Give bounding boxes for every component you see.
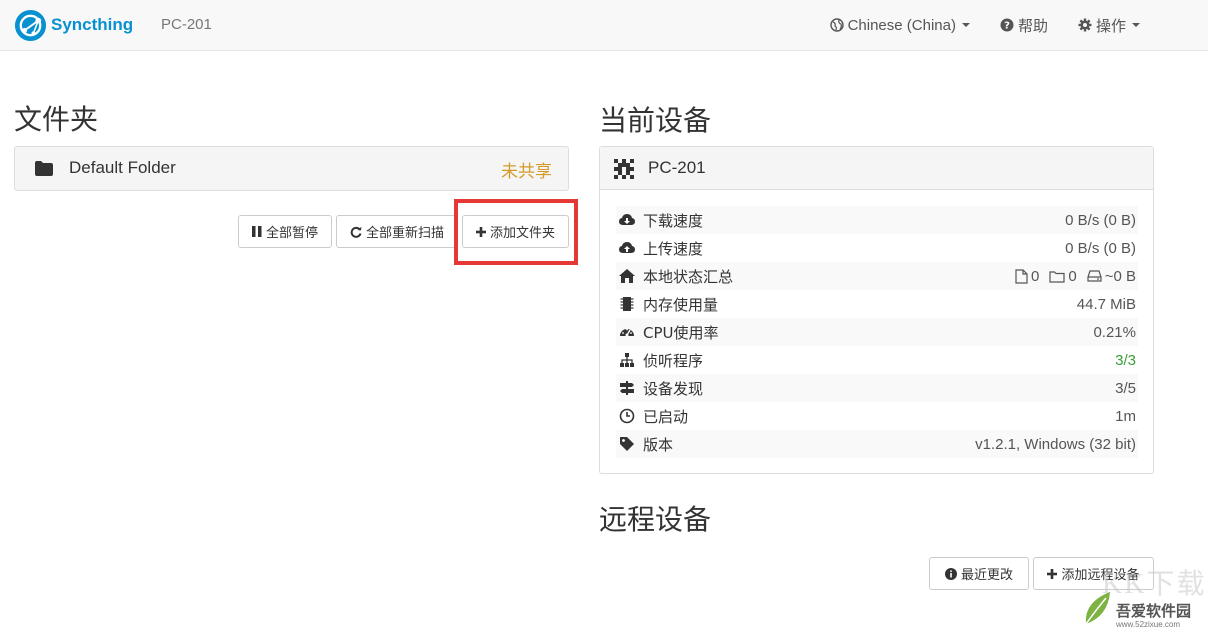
- refresh-icon: [350, 226, 362, 238]
- stat-label: 内存使用量: [643, 295, 719, 314]
- pause-all-label: 全部暂停: [265, 226, 318, 241]
- language-label: Chinese (China): [847, 16, 956, 34]
- stat-value: 0.21%: [1093, 323, 1136, 341]
- stat-value: v1.2.1, Windows (32 bit): [975, 435, 1136, 453]
- stat-row-listeners: 侦听程序 3/3: [616, 346, 1138, 374]
- stat-value: 3/3: [1115, 351, 1136, 369]
- stat-value: 0 B/s (0 B): [1065, 211, 1136, 229]
- stat-label: 上传速度: [643, 239, 704, 258]
- stat-label: 版本: [643, 435, 674, 454]
- brand-link[interactable]: Syncthing: [14, 8, 133, 42]
- stat-value-local-state: 0 0 ~0 B: [1005, 268, 1138, 285]
- stat-row-version: 版本 v1.2.1, Windows (32 bit): [616, 430, 1138, 458]
- recent-changes-button[interactable]: 最近更改: [929, 557, 1029, 590]
- cloud-download-icon: [619, 214, 635, 225]
- dashboard-icon: [620, 328, 634, 337]
- cloud-upload-icon: [619, 242, 635, 253]
- chevron-down-icon: [1132, 23, 1140, 27]
- stat-row-cpu: CPU使用率 0.21%: [616, 318, 1138, 346]
- leaf-logo-icon: [1085, 592, 1110, 625]
- watermark-url: www.52zixue.com: [1116, 620, 1181, 629]
- folder-panel-default[interactable]: Default Folder 未共享: [14, 146, 569, 191]
- pause-icon: [251, 226, 262, 237]
- stat-row-discovery: 设备发现 3/5: [616, 374, 1138, 402]
- watermark: KK下载 吾爱软件园 www.52zixue.com: [1080, 558, 1208, 634]
- total-size: ~0 B: [1087, 268, 1136, 285]
- navbar: Syncthing PC-201 Chinese (China) ? 帮助 操作: [0, 0, 1208, 51]
- rescan-all-button[interactable]: 全部重新扫描: [336, 215, 458, 248]
- plus-icon: [1047, 568, 1058, 579]
- folders-count: 0: [1049, 268, 1077, 285]
- info-circle-icon: [944, 567, 957, 580]
- recent-changes-label: 最近更改: [960, 568, 1013, 583]
- folder-label: Default Folder: [69, 158, 176, 177]
- stat-row-download: 下载速度 0 B/s (0 B): [616, 206, 1138, 234]
- stat-value: 44.7 MiB: [1076, 295, 1136, 313]
- files-count: 0: [1015, 268, 1039, 285]
- this-device-panel: PC-201 下载速度 0 B/s (0 B) 上传速度 0 B/s (0 B)…: [599, 146, 1154, 474]
- stat-value: 3/5: [1115, 379, 1136, 397]
- stat-row-local-state: 本地状态汇总 0 0 ~0 B: [616, 262, 1138, 290]
- this-device-panel-header[interactable]: PC-201: [600, 147, 1153, 190]
- globe-icon: [829, 18, 844, 32]
- memory-icon: [620, 297, 634, 311]
- sitemap-icon: [620, 353, 634, 367]
- signpost-icon: [620, 381, 634, 395]
- svg-text:?: ?: [1004, 21, 1010, 32]
- this-device-name: PC-201: [648, 158, 706, 177]
- watermark-main-text: 吾爱软件园: [1116, 602, 1192, 620]
- device-stats-table: 下载速度 0 B/s (0 B) 上传速度 0 B/s (0 B) 本地状态汇总…: [616, 206, 1138, 458]
- help-menu[interactable]: ? 帮助: [1000, 15, 1048, 36]
- gear-icon: [1078, 18, 1092, 32]
- actions-label: 操作: [1095, 17, 1126, 35]
- file-icon: [1015, 268, 1028, 284]
- tag-icon: [620, 437, 634, 451]
- highlight-annotation-box: [454, 199, 578, 265]
- brand-name: Syncthing: [51, 15, 134, 34]
- folders-heading: 文件夹: [14, 103, 99, 136]
- home-icon: [619, 269, 635, 283]
- remote-devices-heading: 远程设备: [599, 503, 712, 536]
- language-menu[interactable]: Chinese (China): [829, 16, 970, 34]
- help-label: 帮助: [1017, 17, 1048, 35]
- watermark-large-text: KK下载: [1102, 569, 1207, 600]
- navbar-device-name: PC-201: [161, 16, 212, 33]
- folder-icon: [35, 161, 53, 176]
- chevron-down-icon: [961, 23, 970, 27]
- pause-all-button[interactable]: 全部暂停: [238, 215, 332, 248]
- stat-row-uptime: 已启动 1m: [616, 402, 1138, 430]
- hdd-icon: [1087, 270, 1102, 282]
- syncthing-logo-icon: [14, 9, 47, 41]
- stat-label: 设备发现: [643, 379, 704, 398]
- stat-value: 1m: [1115, 407, 1136, 425]
- folder-outline-icon: [1049, 270, 1065, 283]
- actions-menu[interactable]: 操作: [1078, 15, 1140, 36]
- device-identicon-icon: [614, 159, 634, 179]
- stat-label: 侦听程序: [643, 351, 704, 370]
- rescan-all-label: 全部重新扫描: [365, 226, 444, 241]
- stat-value: 0 B/s (0 B): [1065, 239, 1136, 257]
- stat-label: CPU使用率: [643, 323, 719, 342]
- stat-label: 本地状态汇总: [643, 267, 734, 286]
- stat-label: 已启动: [643, 407, 689, 426]
- stat-label: 下载速度: [643, 211, 704, 230]
- clock-icon: [619, 408, 635, 424]
- folder-status-badge: 未共享: [501, 162, 552, 182]
- this-device-heading: 当前设备: [599, 104, 712, 137]
- stat-row-memory: 内存使用量 44.7 MiB: [616, 290, 1138, 318]
- stat-row-upload: 上传速度 0 B/s (0 B): [616, 234, 1138, 262]
- question-circle-icon: ?: [1000, 18, 1014, 32]
